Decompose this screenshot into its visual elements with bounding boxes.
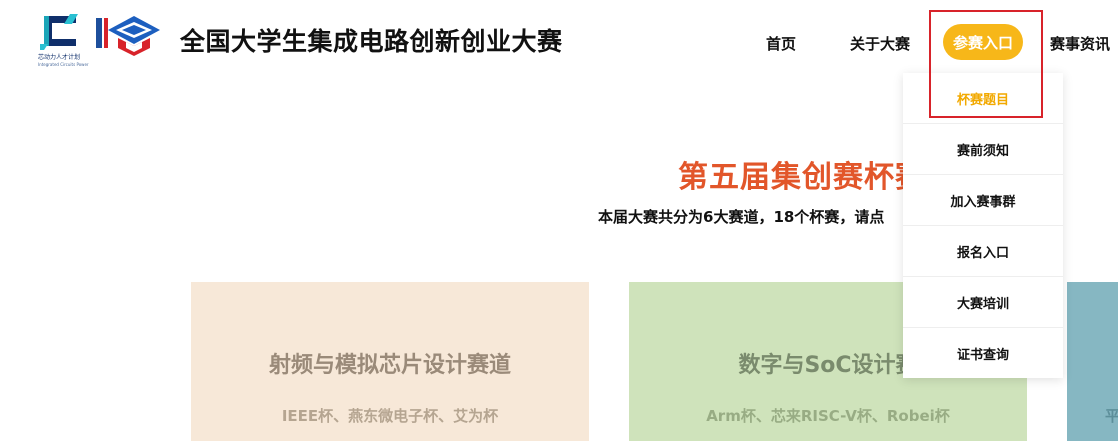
competition-emblem[interactable]	[96, 12, 162, 60]
logo-subtext: Integrated Circuits Power	[38, 62, 89, 67]
chip-power-logo[interactable]: 芯动力人才计划 Integrated Circuits Power	[38, 12, 94, 68]
track-card-subtitle: 平	[1105, 407, 1118, 425]
entry-dropdown-menu: 杯赛题目 赛前须知 加入赛事群 报名入口 大赛培训 证书查询	[903, 73, 1063, 378]
nav-entry-button[interactable]: 参赛入口	[943, 24, 1023, 60]
page-description: 本届大赛共分为6大赛道，18个杯赛，请点	[598, 208, 885, 226]
dropdown-item-registration[interactable]: 报名入口	[903, 226, 1063, 277]
nav-home[interactable]: 首页	[766, 33, 796, 54]
logo-text: 芯动力人才计划	[38, 54, 81, 61]
track-card-title: 射频与模拟芯片设计赛道	[268, 353, 511, 378]
dropdown-item-join-group[interactable]: 加入赛事群	[903, 175, 1063, 226]
nav-about[interactable]: 关于大赛	[850, 33, 910, 54]
track-card-subtitle: IEEE杯、燕东微电子杯、艾为杯	[281, 407, 499, 425]
dropdown-item-training[interactable]: 大赛培训	[903, 277, 1063, 328]
track-card-rf-analog[interactable]: 射频与模拟芯片设计赛道 IEEE杯、燕东微电子杯、艾为杯	[191, 282, 589, 441]
track-card-subtitle: Arm杯、芯来RISC-V杯、Robei杯	[706, 407, 950, 425]
graduation-cap-icon	[96, 16, 160, 56]
dropdown-item-certificate[interactable]: 证书查询	[903, 328, 1063, 379]
dropdown-item-cup-topics[interactable]: 杯赛题目	[903, 73, 1063, 124]
site-title[interactable]: 全国大学生集成电路创新创业大赛	[180, 22, 563, 58]
page-title: 第五届集创赛杯赛	[678, 160, 926, 195]
track-card-third[interactable]: 平	[1067, 282, 1118, 441]
dropdown-item-pre-notice[interactable]: 赛前须知	[903, 124, 1063, 175]
chip-power-logo-mark-icon	[40, 12, 80, 50]
nav-news[interactable]: 赛事资讯	[1050, 33, 1110, 54]
